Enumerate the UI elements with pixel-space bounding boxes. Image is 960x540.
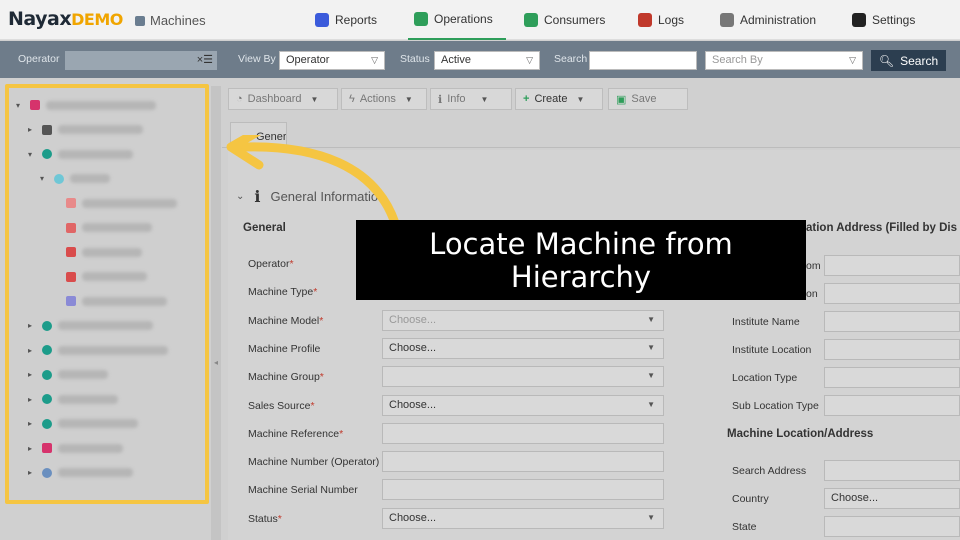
status-select[interactable]: Active ▽ (434, 51, 540, 70)
chevron-down-icon: ▼ (404, 94, 413, 104)
field-input[interactable] (824, 460, 960, 481)
field-label: Operator* (248, 258, 294, 270)
chevron-down-icon: ▼ (647, 371, 655, 381)
field-input[interactable] (824, 367, 960, 388)
nav-settings[interactable]: Settings (852, 0, 915, 40)
search-input[interactable] (589, 51, 697, 70)
save-icon: ▣ (616, 93, 627, 106)
field-select[interactable]: ▼ (382, 366, 664, 388)
machine-icon (135, 15, 145, 26)
chevron-down-icon: ▼ (647, 512, 655, 522)
field-label: Machine Number (Operator) (248, 456, 380, 469)
field-label: Machine Profile (248, 342, 321, 355)
field-label: om (806, 260, 821, 272)
nav-reports[interactable]: Reports (315, 0, 377, 40)
chart-icon (315, 13, 329, 27)
field-input[interactable] (824, 255, 960, 276)
chevron-down-icon: ▼ (310, 94, 319, 104)
dashboard-icon: ◔ (236, 93, 243, 105)
field-select[interactable]: Choose... ▼ (382, 337, 664, 359)
plus-icon: + (523, 93, 530, 105)
clear-tree-icon[interactable]: ×☰ (197, 53, 213, 66)
operations-icon (414, 12, 428, 26)
create-button[interactable]: + Create ▼ (515, 88, 603, 110)
caption-line-1: Locate Machine from (429, 227, 733, 261)
machine-location-title: Machine Location/Address (727, 428, 874, 440)
field-select[interactable]: Choose... ▼ (382, 394, 664, 416)
field-label: Machine Reference* (248, 427, 344, 440)
field-input[interactable] (824, 283, 960, 304)
toolbar: ◔ Dashboard ▼ ϟ Actions ▼ ℹ Info ▼ + Create ▼ ▣ S… (222, 86, 960, 116)
chevron-down-icon: ▼ (576, 94, 585, 104)
chevron-down-icon: ▽ (849, 55, 856, 65)
module-title: Machines (135, 13, 206, 28)
field-input[interactable] (382, 479, 664, 501)
field-input[interactable] (824, 339, 960, 360)
field-label: Sub Location Type (732, 400, 819, 412)
field-input[interactable] (382, 422, 664, 444)
nav-logs[interactable]: Logs (638, 0, 684, 40)
search-by-select[interactable]: Search By ▽ (705, 51, 863, 70)
field-label: Institute Name (732, 316, 800, 328)
consumers-icon (524, 13, 538, 27)
field-select[interactable]: Choose... ▼ (382, 507, 664, 529)
chevron-down-icon: ▽ (526, 55, 533, 65)
view-by-label: View By (238, 53, 276, 65)
field-label: Machine Type* (248, 286, 318, 299)
nav-administration[interactable]: Administration (720, 0, 816, 40)
chevron-down-icon: ▼ (647, 342, 655, 352)
search-icon: 🔍︎ (878, 53, 895, 68)
view-by-select[interactable]: Operator ▽ (279, 51, 385, 70)
chevron-down-icon: ▼ (647, 314, 655, 324)
field-label: Machine Model* (248, 314, 324, 327)
field-input[interactable] (824, 311, 960, 332)
field-label: Country (732, 493, 769, 505)
tree-highlight-frame (5, 84, 209, 504)
field-label: Sales Source* (248, 399, 315, 412)
operator-field[interactable]: ×☰ (65, 51, 217, 70)
field-label: Location Type (732, 372, 798, 384)
location-group-title: ation Address (Filled by Dis (806, 222, 958, 234)
field-label: Search Address (732, 465, 807, 477)
save-button[interactable]: ▣ Save (608, 88, 688, 110)
field-input[interactable]: Choose... (824, 488, 960, 509)
top-bar: NayaxDEMO Machines Reports Operations Co… (0, 0, 960, 40)
chevron-down-icon: ▼ (647, 399, 655, 409)
actions-button[interactable]: ϟ Actions ▼ (341, 88, 427, 110)
field-label: State (732, 521, 757, 533)
field-label: Institute Location (732, 344, 812, 356)
field-input[interactable] (824, 516, 960, 537)
settings-icon (852, 13, 866, 27)
filter-bar: Operator ×☰ View By Operator ▽ Status Act… (0, 41, 960, 78)
info-button[interactable]: ℹ Info ▼ (430, 88, 512, 110)
status-label: Status (400, 53, 430, 65)
search-label: Search (554, 53, 588, 65)
field-select[interactable]: Choose... ▼ (382, 309, 664, 331)
field-label: Status* (248, 512, 282, 525)
field-label: Machine Group* (248, 371, 324, 384)
panel-splitter[interactable]: ◂ (211, 86, 221, 540)
caption-overlay: Locate Machine from Hierarchy (356, 220, 806, 300)
nav-operations[interactable]: Operations (408, 0, 506, 40)
chevron-down-icon: ▽ (371, 55, 378, 65)
field-label: Machine Serial Number (248, 484, 358, 497)
operator-label: Operator (18, 53, 60, 65)
field-input[interactable] (824, 395, 960, 416)
chevron-down-icon: ▼ (480, 94, 489, 104)
caption-line-2: Hierarchy (510, 260, 652, 294)
nav-consumers[interactable]: Consumers (524, 0, 605, 40)
logs-icon (638, 13, 652, 27)
field-input[interactable] (382, 451, 664, 473)
info-icon: ℹ (438, 93, 443, 106)
nayax-logo[interactable]: NayaxDEMO (8, 8, 123, 30)
dashboard-button[interactable]: ◔ Dashboard ▼ (228, 88, 338, 110)
search-button[interactable]: 🔍︎ Search (871, 50, 946, 71)
bolt-icon: ϟ (349, 93, 355, 105)
field-label: on (806, 288, 818, 300)
administration-icon (720, 13, 734, 27)
